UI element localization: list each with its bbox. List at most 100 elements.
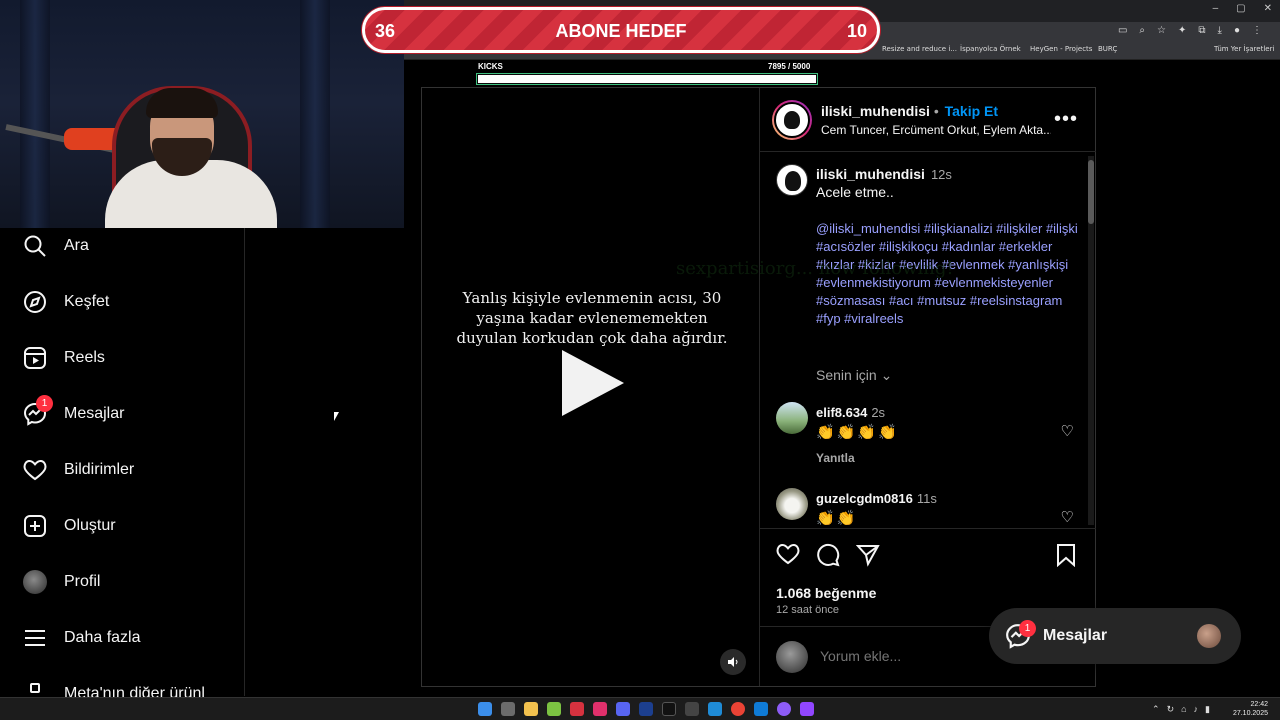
profile-avatar	[22, 569, 48, 595]
bookmark-star-icon[interactable]: ☆	[1157, 25, 1166, 36]
share-icon[interactable]	[855, 543, 880, 573]
battery-icon[interactable]: ▮	[1205, 704, 1210, 715]
taskbar-clock[interactable]: 22:42 27.10.2025	[1233, 700, 1268, 718]
post-actions: 1.068 beğenme 12 saat önce	[760, 529, 1096, 619]
author-line: iliski_muhendisi • Takip Et	[821, 103, 998, 119]
network-icon[interactable]: ⌂	[1181, 704, 1186, 715]
comment-avatar[interactable]	[776, 488, 808, 520]
nav-search[interactable]: Ara	[22, 232, 89, 260]
twitch-icon[interactable]	[800, 702, 814, 716]
speaker-icon	[728, 657, 738, 667]
screen-cast-icon[interactable]: ▭	[1118, 25, 1127, 36]
zoom-icon[interactable]: ⌕	[1139, 25, 1145, 36]
subscriber-goal-banner: 36 ABONE HEDEF 10	[362, 7, 880, 53]
nav-messages[interactable]: 1 Mesajlar	[22, 395, 125, 428]
app-icon[interactable]	[685, 702, 699, 716]
nav-explore[interactable]: Keşfet	[22, 288, 109, 316]
bookmark-all[interactable]: Tüm Yer İşaretleri	[1214, 45, 1274, 53]
nav-profile[interactable]: Profil	[22, 568, 100, 596]
post-header: iliski_muhendisi • Takip Et Cem Tuncer, …	[760, 88, 1096, 152]
like-icon[interactable]	[776, 543, 800, 571]
collaborators[interactable]: Cem Tuncer, Ercüment Orkut, Eylem Akta..…	[821, 123, 1051, 137]
download-icon[interactable]: ⤓	[1218, 25, 1222, 36]
caption-time: 12s	[930, 167, 952, 182]
nav-label: Mesajlar	[64, 405, 125, 422]
likes-count[interactable]: 1.068 beğenme	[776, 585, 876, 601]
nav-notifications[interactable]: Bildirimler	[22, 456, 134, 484]
caption-username[interactable]: iliski_muhendisi	[816, 166, 925, 182]
comment-username[interactable]: elif8.634	[816, 405, 867, 420]
comment-like-icon[interactable]: ♡	[1061, 422, 1074, 440]
close-button[interactable]: ✕	[1264, 3, 1272, 14]
app-icon[interactable]	[616, 702, 630, 716]
streamer-hair	[146, 88, 218, 118]
comment-avatar[interactable]	[776, 402, 808, 434]
goal-target: 10	[846, 21, 867, 41]
video-caption-text: Yanlış kişiyle evlenmenin acısı, 30 yaşı…	[456, 289, 728, 347]
curtain	[300, 0, 330, 228]
edge-icon[interactable]	[754, 702, 768, 716]
mouse-cursor	[334, 412, 339, 421]
comment-time: 11s	[916, 491, 937, 506]
reply-button[interactable]: Yanıtla	[816, 451, 855, 465]
instagram-icon[interactable]	[593, 702, 607, 716]
caption-avatar[interactable]	[776, 164, 808, 196]
refresh-icon[interactable]: ↻	[1167, 704, 1175, 715]
curtain	[20, 0, 50, 228]
nav-label: Keşfet	[64, 293, 110, 310]
app-icon[interactable]	[777, 702, 791, 716]
bookmark-burc[interactable]: BURÇ	[1098, 45, 1117, 53]
for-you-dropdown[interactable]: Senin için ⌄	[816, 367, 892, 384]
mute-button[interactable]	[720, 649, 746, 675]
tiktok-icon[interactable]	[662, 702, 676, 716]
browser-menu-icon[interactable]: ⋮	[1252, 25, 1262, 36]
app-icon[interactable]	[547, 702, 561, 716]
tray-chevron-icon[interactable]: ⌃	[1152, 704, 1160, 715]
comment-input[interactable]	[820, 648, 1020, 664]
nav-create[interactable]: Oluştur	[22, 512, 116, 540]
instagram-sidebar: Ara Keşfet Reels 1 Mesajlar Bildirimler …	[0, 228, 245, 702]
minimize-button[interactable]: –	[1213, 3, 1219, 14]
kicks-progress-bar	[476, 73, 818, 85]
bookmark-resize[interactable]: Resize and reduce i...	[882, 45, 957, 53]
nav-more[interactable]: Daha fazla	[22, 624, 141, 652]
windows-start-icon[interactable]	[478, 702, 492, 716]
recent-contact-avatar	[1197, 624, 1221, 648]
puzzle-icon[interactable]: ⧉	[1198, 25, 1205, 36]
author-username[interactable]: iliski_muhendisi	[821, 103, 930, 119]
follow-button[interactable]: Takip Et	[945, 103, 998, 119]
volume-icon[interactable]: ♪	[1194, 704, 1199, 715]
menu-icon	[22, 625, 48, 651]
maximize-button[interactable]: ▢	[1236, 3, 1245, 14]
save-icon[interactable]	[1056, 543, 1076, 573]
bookmark-spanish[interactable]: İspanyolca Örnek	[960, 45, 1021, 53]
author-avatar[interactable]	[772, 100, 812, 140]
comment-text: 👏👏👏👏	[816, 424, 899, 441]
bookmark-heygen[interactable]: HeyGen - Projects	[1030, 45, 1092, 53]
goal-title: ABONE HEDEF	[555, 21, 687, 41]
reel-video[interactable]: Yanlış kişiyle evlenmenin acısı, 30 yaşı…	[422, 88, 760, 686]
profile-icon[interactable]: ●	[1234, 25, 1240, 36]
comment-like-icon[interactable]: ♡	[1061, 508, 1074, 526]
app-icon[interactable]	[708, 702, 722, 716]
file-explorer-icon[interactable]	[524, 702, 538, 716]
clock-date: 27.10.2025	[1232, 710, 1268, 717]
messages-float-button[interactable]: 1 Mesajlar	[989, 608, 1241, 664]
task-view-icon[interactable]	[501, 702, 515, 716]
play-icon[interactable]	[562, 350, 624, 416]
comments-scrollbar[interactable]	[1088, 156, 1094, 525]
comment-icon[interactable]	[816, 543, 840, 573]
extensions-icon[interactable]: ✦	[1178, 25, 1186, 36]
chrome-icon[interactable]	[731, 702, 745, 716]
nav-label: Bildirimler	[64, 461, 135, 478]
message-badge: 1	[1019, 620, 1036, 637]
photoshop-icon[interactable]	[639, 702, 653, 716]
comment-username[interactable]: guzelcgdm0816	[816, 491, 913, 506]
post-modal: Yanlış kişiyle evlenmenin acısı, 30 yaşı…	[421, 87, 1096, 687]
nav-label: Reels	[64, 349, 105, 366]
nav-reels[interactable]: Reels	[22, 344, 105, 372]
system-tray: ⌃ ↻ ⌂ ♪ ▮	[1152, 704, 1210, 715]
more-options-icon[interactable]: •••	[1054, 108, 1078, 131]
opera-icon[interactable]	[570, 702, 584, 716]
caption-hashtags[interactable]: @iliski_muhendisi #ilişkianalizi #ilişki…	[816, 220, 1078, 328]
